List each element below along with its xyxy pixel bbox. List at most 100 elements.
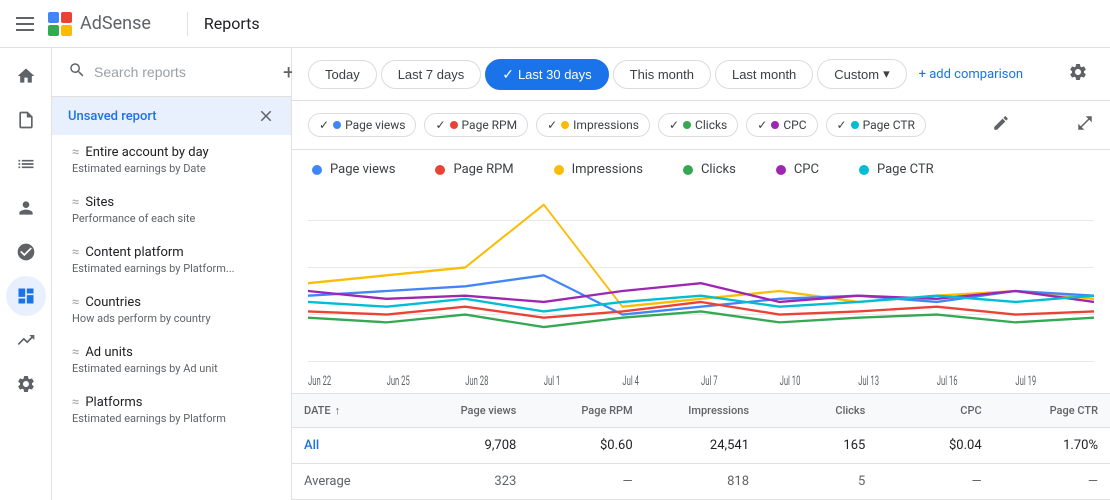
pill-label-cpc: CPC	[783, 118, 806, 132]
unsaved-report-label: Unsaved report	[68, 109, 157, 124]
td-avg-clicks: 5	[761, 464, 877, 499]
sidebar-item-countries[interactable]: ≈ Countries How ads perform by country ⋮	[52, 285, 291, 335]
report-desc-sites: Performance of each site	[72, 212, 275, 225]
data-table: DATE ↑ Page views Page RPM Impressions C…	[292, 393, 1110, 500]
pill-cpc[interactable]: ✓ CPC	[746, 113, 817, 137]
sort-asc-icon: ↑	[335, 404, 341, 417]
legend-dot-page-ctr	[859, 165, 869, 175]
legend-label-cpc: CPC	[794, 162, 819, 177]
th-page-rpm[interactable]: Page RPM	[528, 394, 644, 427]
unsaved-report-item[interactable]: Unsaved report	[52, 97, 291, 135]
sidebar-item-entire-account[interactable]: ≈ Entire account by day Estimated earnin…	[52, 135, 291, 185]
sparkle-icon-2: ≈	[72, 195, 79, 210]
pill-page-rpm[interactable]: ✓ Page RPM	[424, 113, 528, 137]
legend-cpc: CPC	[776, 162, 819, 177]
svg-text:Jun 28: Jun 28	[465, 373, 488, 389]
legend-page-rpm: Page RPM	[435, 162, 513, 177]
nav-icon-block[interactable]	[6, 232, 46, 272]
dot-cpc	[771, 121, 779, 129]
dot-impressions	[561, 121, 569, 129]
pill-label-clicks: Clicks	[695, 118, 727, 132]
filter-lastmonth-button[interactable]: Last month	[715, 60, 813, 89]
sidebar-item-content-platform[interactable]: ≈ Content platform Estimated earnings by…	[52, 235, 291, 285]
check-icon-impressions: ✓	[547, 118, 557, 132]
sidebar-item-sites[interactable]: ≈ Sites Performance of each site ⋮	[52, 185, 291, 235]
legend-label-page-ctr: Page CTR	[877, 162, 934, 177]
th-page-ctr[interactable]: Page CTR	[994, 394, 1110, 427]
filter-last7days-button[interactable]: Last 7 days	[381, 60, 482, 89]
td-avg-impressions: 818	[645, 464, 761, 499]
legend-label-impressions: Impressions	[572, 162, 643, 177]
td-all-cpc: $0.04	[877, 428, 993, 463]
dot-page-views	[333, 121, 341, 129]
svg-text:Jul 16: Jul 16	[937, 373, 958, 389]
svg-text:Jul 1: Jul 1	[544, 373, 561, 389]
legend-label-page-views: Page views	[330, 162, 395, 177]
legend-dot-impressions	[554, 165, 564, 175]
table-row-all: All 9,708 $0.60 24,541 165 $0.04 1.70%	[292, 428, 1110, 464]
th-date[interactable]: DATE ↑	[292, 394, 412, 427]
app-container: AdSense Reports	[0, 0, 1110, 500]
legend-clicks: Clicks	[683, 162, 736, 177]
pill-label-impressions: Impressions	[573, 118, 639, 132]
add-comparison-button[interactable]: + add comparison	[911, 61, 1031, 88]
report-name-sites: Sites	[85, 195, 114, 210]
svg-text:Jul 10: Jul 10	[780, 373, 801, 389]
report-desc-entire-account: Estimated earnings by Date	[72, 162, 275, 175]
nav-icon-home[interactable]	[6, 56, 46, 96]
nav-icon-settings[interactable]	[6, 364, 46, 404]
logo: AdSense	[46, 10, 151, 38]
legend-dot-page-views	[312, 165, 322, 175]
svg-text:Jul 4: Jul 4	[622, 373, 639, 389]
legend-page-ctr: Page CTR	[859, 162, 934, 177]
report-name-content-platform: Content platform	[85, 245, 183, 260]
nav-icon-chart[interactable]	[6, 276, 46, 316]
pill-page-ctr[interactable]: ✓ Page CTR	[826, 113, 926, 137]
td-all-label: All	[292, 428, 412, 463]
filter-thismonth-button[interactable]: This month	[613, 60, 711, 89]
filter-last30days-button[interactable]: ✓ Last 30 days	[485, 59, 608, 90]
nav-icon-person[interactable]	[6, 188, 46, 228]
pill-clicks[interactable]: ✓ Clicks	[658, 113, 738, 137]
pill-page-views[interactable]: ✓ Page views	[308, 113, 416, 137]
pill-impressions[interactable]: ✓ Impressions	[536, 113, 650, 137]
th-cpc[interactable]: CPC	[877, 394, 993, 427]
legend-dot-cpc	[776, 165, 786, 175]
search-input[interactable]	[94, 64, 275, 80]
line-chart-svg: Jun 22 Jun 25 Jun 28 Jul 1 Jul 4 Jul 7 J…	[308, 189, 1094, 393]
th-page-views[interactable]: Page views	[412, 394, 528, 427]
th-clicks[interactable]: Clicks	[761, 394, 877, 427]
nav-icon-trending[interactable]	[6, 320, 46, 360]
check-icon-page-rpm: ✓	[435, 118, 445, 132]
checkmark-icon: ✓	[502, 66, 514, 83]
report-settings-icon[interactable]	[1062, 56, 1094, 92]
metric-pills-bar: ✓ Page views ✓ Page RPM ✓ Impressions ✓	[292, 101, 1110, 150]
check-icon-page-ctr: ✓	[837, 118, 847, 132]
edit-metrics-icon[interactable]	[992, 114, 1010, 136]
filter-custom-button[interactable]: Custom ▾	[817, 59, 906, 89]
dot-page-rpm	[450, 121, 458, 129]
expand-chart-icon[interactable]	[1076, 114, 1094, 136]
td-avg-cpc: —	[877, 464, 993, 499]
svg-text:Jun 22: Jun 22	[308, 373, 331, 389]
th-impressions[interactable]: Impressions	[645, 394, 761, 427]
main-content: Today Last 7 days ✓ Last 30 days This mo…	[292, 48, 1110, 500]
nav-icon-list[interactable]	[6, 144, 46, 184]
sidebar-item-platforms[interactable]: ≈ Platforms Estimated earnings by Platfo…	[52, 385, 291, 435]
sidebar-search-bar: +	[52, 48, 291, 97]
adsense-logo-text: AdSense	[80, 13, 151, 34]
legend-label-page-rpm: Page RPM	[453, 162, 513, 177]
report-desc-platforms: Estimated earnings by Platform	[72, 412, 275, 425]
chevron-down-icon: ▾	[883, 66, 890, 82]
nav-icon-pages[interactable]	[6, 100, 46, 140]
sparkle-icon-6: ≈	[72, 395, 79, 410]
td-all-impressions: 24,541	[645, 428, 761, 463]
date-filter-bar: Today Last 7 days ✓ Last 30 days This mo…	[292, 48, 1110, 101]
report-name-ad-units: Ad units	[85, 345, 133, 360]
menu-icon[interactable]	[16, 17, 34, 31]
sidebar-item-ad-units[interactable]: ≈ Ad units Estimated earnings by Ad unit…	[52, 335, 291, 385]
filter-today-button[interactable]: Today	[308, 60, 377, 89]
sidebar: + Unsaved report ≈ Entire account by day…	[52, 48, 292, 500]
svg-text:Jul 19: Jul 19	[1015, 373, 1036, 389]
close-unsaved-report-icon[interactable]	[257, 107, 275, 125]
